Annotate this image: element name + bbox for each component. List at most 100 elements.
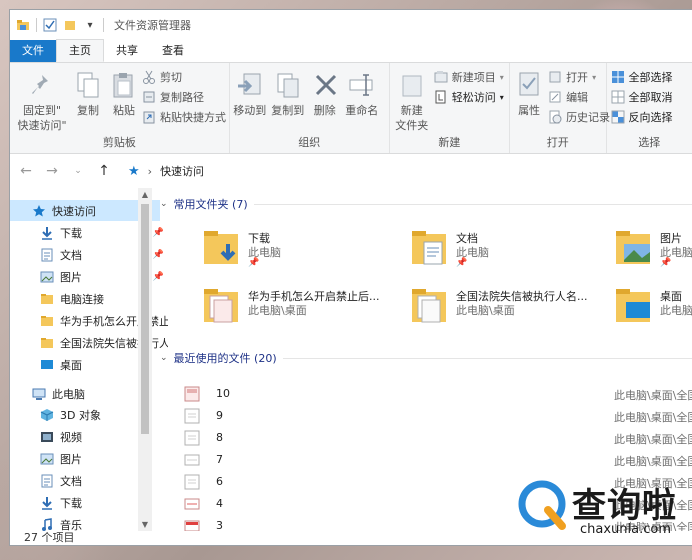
move-to-icon <box>234 69 266 101</box>
forward-arrow-icon[interactable]: → <box>44 163 60 179</box>
document-icon <box>40 474 54 488</box>
group-open: 属性 打开 ▾ 编辑 历史记录 打开 <box>510 63 610 153</box>
recent-file-name: 3 <box>216 519 223 531</box>
watermark-url: chaxunla.com <box>580 522 671 537</box>
image-file-icon <box>184 408 200 424</box>
move-to-button[interactable]: 移动到 <box>232 69 268 118</box>
sidebar-scrollbar[interactable]: ▲ ▼ <box>138 188 152 531</box>
image-file-icon <box>184 430 200 446</box>
desktop-icon <box>40 358 54 372</box>
invert-selection-button[interactable]: 反向选择 <box>611 107 673 127</box>
edit-label: 编辑 <box>566 91 589 104</box>
sidebar-item-label: 文档 <box>60 474 82 488</box>
organize-group-label: 组织 <box>298 136 321 149</box>
folder-tile-court[interactable]: 全国法院失信被执行人名... 此电脑\桌面 <box>408 284 608 336</box>
new-folder-button[interactable]: 新建 文件夹 <box>394 69 430 133</box>
select-all-icon <box>611 70 625 84</box>
frequent-header-label: 常用文件夹 (7) <box>173 198 248 211</box>
picture-icon <box>40 452 54 466</box>
scroll-up-icon[interactable]: ▲ <box>138 190 152 199</box>
copy-button[interactable]: 复制 <box>70 69 106 118</box>
folder-tile-huawei[interactable]: 华为手机怎么开启禁止后... 此电脑\桌面 <box>200 284 400 336</box>
paste-shortcut-icon <box>142 110 156 124</box>
download-icon <box>40 226 54 240</box>
picture-icon <box>40 270 54 284</box>
tab-home[interactable]: 主页 <box>56 39 104 62</box>
ribbon: 固定到" 快速访问" 复制 粘贴 剪切 复制路径 粘贴快捷方式 剪贴板 移动到 … <box>10 62 692 154</box>
navigation-pane: 快速访问 下载 📌 文档 📌 图片 📌 电脑连接 华为手机怎么开 禁止 全国法院… <box>10 188 168 532</box>
edit-button[interactable]: 编辑 <box>548 87 588 107</box>
pin-label-2: 快速访问" <box>17 119 67 132</box>
paste-label: 粘贴 <box>113 104 135 117</box>
folder-app-icon <box>16 18 30 32</box>
easy-access-button[interactable]: 轻松访问 ▾ <box>434 87 504 107</box>
new-item-dropdown-icon: ▾ <box>499 72 504 82</box>
recent-file-row[interactable]: 8 此电脑\桌面\全国 <box>184 427 692 449</box>
breadcrumb-quick-access[interactable]: 快速访问 <box>160 163 204 179</box>
folder-tile-downloads[interactable]: 下载 此电脑 📌 <box>200 226 400 278</box>
image-file-icon <box>184 474 200 490</box>
paste-shortcut-label: 粘贴快捷方式 <box>160 111 226 124</box>
folder-tile-documents[interactable]: 文档 此电脑 📌 <box>408 226 608 278</box>
address-bar-row: ← → ⌄ ↑ ★ › 快速访问 <box>10 154 692 188</box>
folder-tile-pictures[interactable]: 图片 此电脑 📌 <box>612 226 692 278</box>
sidebar-item-label: 桌面 <box>60 358 82 372</box>
recent-file-name: 10 <box>216 387 230 400</box>
qat-dropdown-icon[interactable]: ▾ <box>83 18 97 32</box>
recent-file-row[interactable]: 7 此电脑\桌面\全国 <box>184 449 692 471</box>
sidebar-item-label: 此电脑 <box>52 387 85 401</box>
copy-to-button[interactable]: 复制到 <box>270 69 306 118</box>
window-title: 文件资源管理器 <box>114 19 191 32</box>
pin-quick-access-button[interactable]: 固定到" 快速访问" <box>14 69 70 133</box>
new-item-button[interactable]: 新建项目 ▾ <box>434 67 504 87</box>
watermark-text: 查询啦 <box>572 486 677 526</box>
recent-locations-icon[interactable]: ⌄ <box>70 166 86 176</box>
back-arrow-icon[interactable]: ← <box>18 163 34 179</box>
pictures-folder-icon <box>612 226 654 272</box>
scroll-thumb[interactable] <box>141 204 149 434</box>
delete-button[interactable]: 删除 <box>310 69 340 118</box>
collapse-chevron-icon: ⌄ <box>160 353 168 363</box>
new-folder-quick-icon[interactable] <box>63 18 77 32</box>
properties-quick-icon[interactable] <box>43 18 57 32</box>
tab-file[interactable]: 文件 <box>10 40 56 62</box>
ribbon-tabs: 文件 主页 共享 查看 <box>10 39 692 62</box>
image-file-icon <box>184 386 200 402</box>
group-clipboard: 固定到" 快速访问" 复制 粘贴 剪切 复制路径 粘贴快捷方式 剪贴板 <box>10 63 230 153</box>
image-file-icon <box>184 496 200 512</box>
history-button[interactable]: 历史记录 <box>548 107 610 127</box>
up-arrow-icon[interactable]: ↑ <box>96 163 112 179</box>
recent-file-name: 7 <box>216 453 223 466</box>
paste-button[interactable]: 粘贴 <box>106 69 142 118</box>
folder-tile-desktop[interactable]: 桌面 此电脑 <box>612 284 692 336</box>
open-icon <box>548 70 562 84</box>
folder-icon <box>408 284 450 330</box>
invert-selection-icon <box>611 110 625 124</box>
select-all-button[interactable]: 全部选择 <box>611 67 673 87</box>
scroll-down-icon[interactable]: ▼ <box>138 520 152 529</box>
new-group-label: 新建 <box>438 136 461 149</box>
copy-label: 复制 <box>77 104 99 117</box>
copy-path-button[interactable]: 复制路径 <box>142 87 204 107</box>
open-group-label: 打开 <box>546 136 569 149</box>
cut-button[interactable]: 剪切 <box>142 67 182 87</box>
desktop-folder-icon <box>612 284 654 330</box>
paste-shortcut-button[interactable]: 粘贴快捷方式 <box>142 107 226 127</box>
copy-path-label: 复制路径 <box>160 91 204 104</box>
rename-button[interactable]: 重命名 <box>342 69 382 118</box>
paste-icon <box>108 69 140 101</box>
edit-icon <box>548 90 562 104</box>
properties-button[interactable]: 属性 <box>512 69 546 118</box>
recent-file-row[interactable]: 10 此电脑\桌面\全国 <box>184 383 692 405</box>
select-none-button[interactable]: 全部取消 <box>611 87 673 107</box>
recent-files-header[interactable]: ⌄ 最近使用的文件 (20) <box>160 350 692 366</box>
title-separator <box>36 18 37 32</box>
address-bar[interactable]: ★ › 快速访问 <box>122 160 692 182</box>
open-button[interactable]: 打开 ▾ <box>548 67 596 87</box>
recent-file-location: 此电脑\桌面\全国 <box>614 411 692 424</box>
frequent-folders-header[interactable]: ⌄ 常用文件夹 (7) <box>160 196 692 212</box>
pin-icon: 📌 <box>456 258 468 268</box>
tab-share[interactable]: 共享 <box>104 40 150 62</box>
recent-file-row[interactable]: 9 此电脑\桌面\全国 <box>184 405 692 427</box>
tab-view[interactable]: 查看 <box>150 40 196 62</box>
